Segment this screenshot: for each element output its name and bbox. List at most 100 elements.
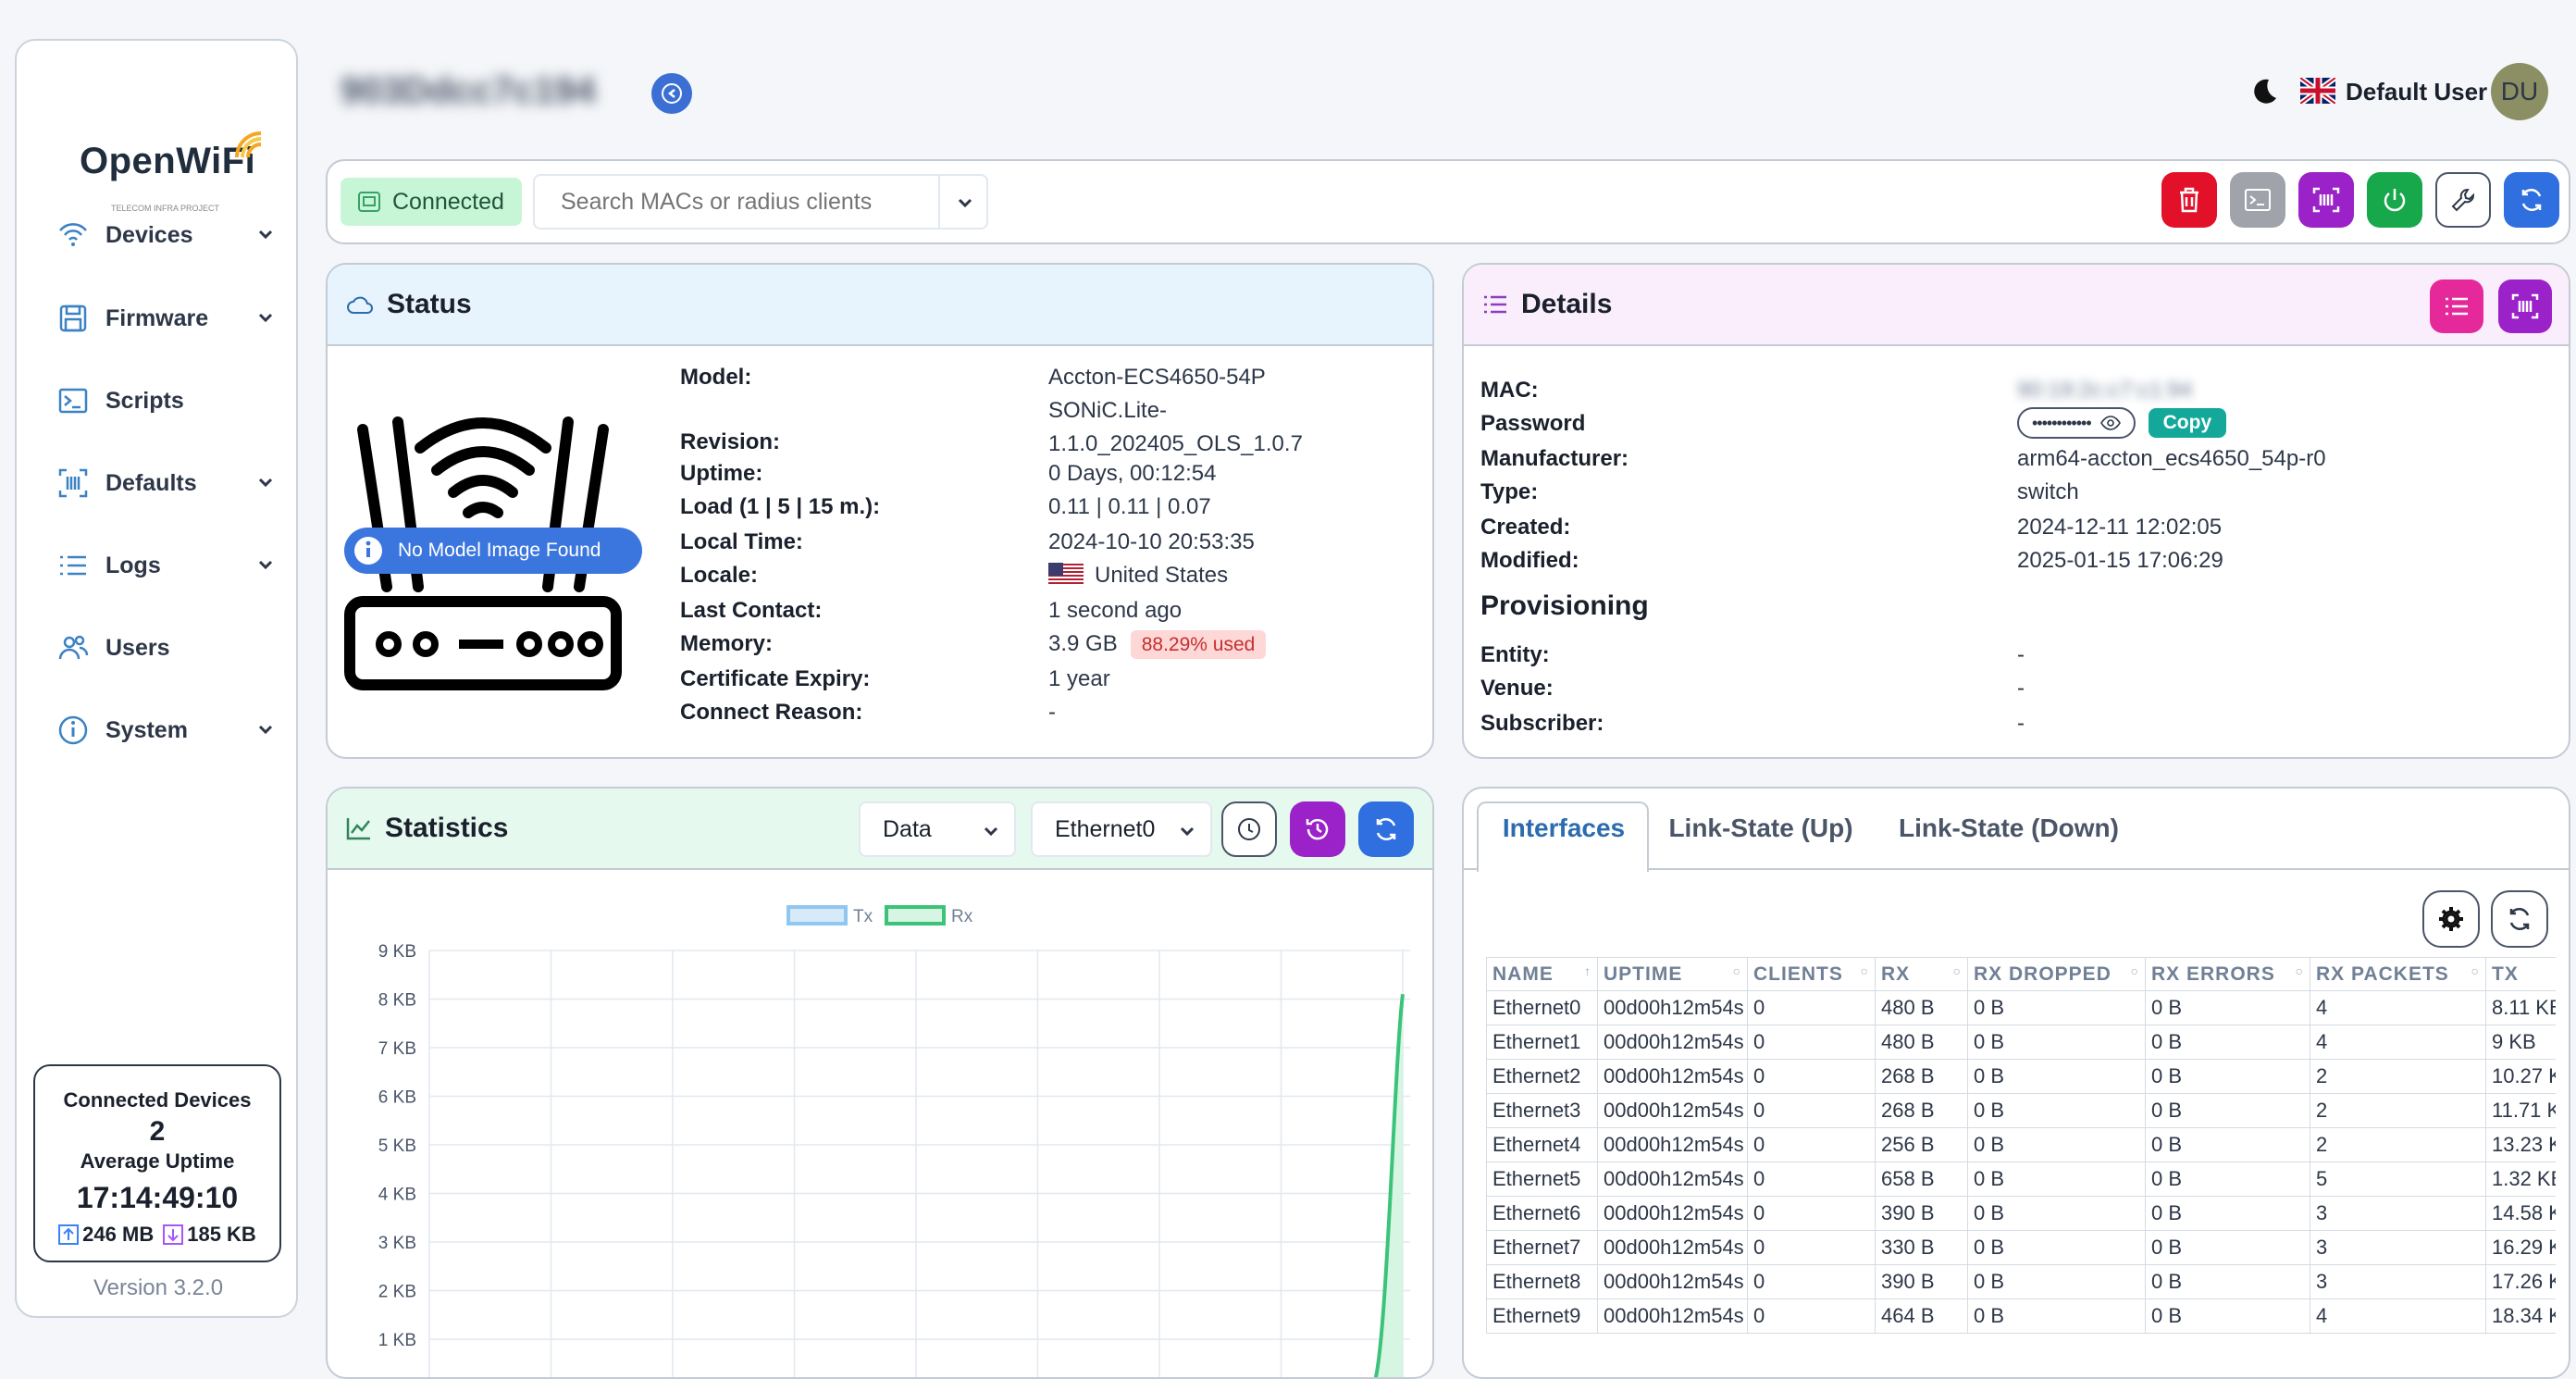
table-refresh-button[interactable] — [2491, 890, 2548, 948]
moon-icon[interactable] — [2248, 76, 2280, 107]
table-cell: 00d00h12m54s — [1597, 1025, 1748, 1060]
avatar[interactable]: DU — [2491, 63, 2548, 120]
copy-serial-button[interactable] — [651, 73, 692, 114]
tab-link-state-up[interactable]: Link-State (Up) — [1656, 794, 1865, 863]
table-cell: 14.58 KB — [2485, 1196, 2556, 1231]
status-label: Revision: — [680, 429, 781, 454]
table-cell: 5 — [2310, 1162, 2486, 1197]
column-header[interactable]: RX DROPPED ○ — [1967, 957, 2146, 991]
table-settings-button[interactable] — [2422, 890, 2480, 948]
column-header[interactable]: TX — [2485, 957, 2556, 991]
table-cell: 3 — [2310, 1264, 2486, 1299]
sidebar: OpenWiFi TELECOM INFRA PROJECT Devices Fi… — [15, 39, 298, 1318]
metric-select[interactable]: Data — [859, 801, 1016, 857]
column-header[interactable]: RX PACKETS ○ — [2310, 957, 2486, 991]
column-header[interactable]: UPTIME ○ — [1597, 957, 1748, 991]
table-row[interactable]: Ethernet9 00d00h12m54s 0 464 B0 B0 B 4 18.34 … — [1486, 1298, 2556, 1334]
details-list-button[interactable] — [2430, 280, 2483, 333]
status-label: Local Time: — [680, 529, 803, 554]
terminal-icon — [2245, 189, 2271, 211]
uk-flag-icon[interactable] — [2300, 78, 2335, 104]
sort-icon[interactable]: ○ — [2471, 963, 2480, 978]
refresh-icon — [2509, 907, 2530, 931]
table-cell: 0 B — [2145, 1127, 2310, 1162]
column-header[interactable]: CLIENTS ○ — [1747, 957, 1876, 991]
password-input[interactable]: •••••••••••• — [2017, 407, 2136, 439]
sort-icon[interactable]: ○ — [2296, 963, 2304, 978]
sort-asc-icon[interactable]: ↑ — [1584, 963, 1591, 978]
table-row[interactable]: Ethernet5 00d00h12m54s 0 658 B0 B0 B 5 1.32 K… — [1486, 1162, 2556, 1197]
table-cell: 17.26 KB — [2485, 1264, 2556, 1299]
tab-link-state-down[interactable]: Link-State (Down) — [1888, 794, 2130, 863]
column-header-label: CLIENTS — [1753, 963, 1843, 985]
status-label: Memory: — [680, 631, 774, 656]
table-cell: 0 — [1747, 1298, 1876, 1334]
table-row[interactable]: Ethernet7 00d00h12m54s 0 330 B0 B0 B 3 16.29 … — [1486, 1230, 2556, 1265]
details-value: switch — [2017, 479, 2079, 504]
user-name[interactable]: Default User — [2346, 78, 2487, 106]
copy-password-button[interactable]: Copy — [2148, 407, 2227, 438]
configure-button[interactable] — [2435, 172, 2491, 228]
history-button[interactable] — [1290, 801, 1345, 857]
status-value: 0 Days, 00:12:54 — [1048, 461, 1217, 486]
interface-select[interactable]: Ethernet0 — [1031, 801, 1212, 857]
table-cell: 390 B — [1875, 1196, 1968, 1231]
sidebar-item-scripts[interactable]: Scripts — [54, 373, 276, 429]
time-range-button[interactable] — [1221, 801, 1277, 857]
sidebar-item-devices[interactable]: Devices — [54, 207, 276, 263]
table-row[interactable]: Ethernet8 00d00h12m54s 0 390 B0 B0 B 3 17.26 … — [1486, 1264, 2556, 1299]
statistics-card-title: Statistics — [385, 813, 509, 843]
chevron-down-icon[interactable] — [955, 193, 975, 213]
mac-value: 90:19:2c:c7:c1:94 — [2017, 378, 2193, 403]
refresh-button[interactable] — [2504, 172, 2559, 228]
sort-icon[interactable]: ○ — [1861, 963, 1869, 978]
sidebar-item-logs[interactable]: Logs — [54, 538, 276, 593]
column-header[interactable]: RX ERRORS ○ — [2145, 957, 2310, 991]
tab-interfaces[interactable]: Interfaces — [1479, 794, 1649, 863]
legend-swatch — [885, 905, 946, 926]
chevron-down-icon — [984, 826, 998, 837]
sort-icon[interactable]: ○ — [2131, 963, 2139, 978]
chevron-down-icon — [258, 313, 273, 323]
tx-total: 246 MB — [82, 1223, 155, 1246]
scan-button[interactable] — [2298, 172, 2354, 228]
sidebar-item-defaults[interactable]: Defaults — [54, 455, 276, 511]
users-icon — [54, 628, 93, 667]
status-label: Certificate Expiry: — [680, 666, 871, 691]
table-cell: 0 B — [2145, 1093, 2310, 1128]
column-header[interactable]: RX ○ — [1875, 957, 1968, 991]
details-card: Details MAC: 90:19:2c:c7:c1:94 Password •••… — [1462, 263, 2570, 759]
y-tick-label: 4 KB — [378, 1186, 416, 1205]
connected-devices-value: 2 — [149, 1116, 166, 1147]
eye-icon[interactable] — [2099, 416, 2121, 430]
sort-icon[interactable]: ○ — [1733, 963, 1741, 978]
terminal-icon — [54, 381, 93, 420]
table-cell: 0 B — [2145, 1230, 2310, 1265]
delete-button[interactable] — [2161, 172, 2217, 228]
table-row[interactable]: Ethernet6 00d00h12m54s 0 390 B0 B0 B 3 14.58 … — [1486, 1196, 2556, 1231]
locale-value: United States — [1095, 563, 1229, 588]
column-header[interactable]: NAME ↑ — [1486, 957, 1598, 991]
sidebar-item-firmware[interactable]: Firmware — [54, 291, 276, 346]
sidebar-item-system[interactable]: System — [54, 702, 276, 758]
interfaces-table-wrap[interactable]: NAME ↑ UPTIME ○ CLIENTS ○ RX ○ RX DROPPED ○ RX ERR… — [1486, 957, 2556, 1335]
status-label: Model: — [680, 365, 752, 390]
table-row[interactable]: Ethernet4 00d00h12m54s 0 256 B0 B0 B 2 13.23 … — [1486, 1127, 2556, 1162]
table-row[interactable]: Ethernet0 00d00h12m54s 0 480 B0 B0 B 4 8.11 K… — [1486, 990, 2556, 1025]
search-input[interactable] — [561, 187, 922, 217]
openwifi-logo[interactable]: OpenWiFi TELECOM INFRA PROJECT — [63, 89, 266, 218]
details-scan-button[interactable] — [2498, 280, 2552, 333]
table-row[interactable]: Ethernet2 00d00h12m54s 0 268 B0 B0 B 2 10.27 … — [1486, 1059, 2556, 1094]
statistics-refresh-button[interactable] — [1358, 801, 1414, 857]
y-tick-label: 2 KB — [378, 1283, 416, 1302]
sort-icon[interactable]: ○ — [1953, 963, 1962, 978]
terminal-button[interactable] — [2230, 172, 2285, 228]
sidebar-item-users[interactable]: Users — [54, 620, 276, 676]
list-icon — [1484, 295, 1506, 314]
rx-total: 185 KB — [187, 1223, 256, 1246]
table-cell: 13.23 KB — [2485, 1127, 2556, 1162]
reboot-button[interactable] — [2367, 172, 2422, 228]
status-label: Connect Reason: — [680, 700, 863, 725]
table-row[interactable]: Ethernet3 00d00h12m54s 0 268 B0 B0 B 2 11.71 … — [1486, 1093, 2556, 1128]
table-row[interactable]: Ethernet1 00d00h12m54s 0 480 B0 B0 B49 KB — [1486, 1025, 2556, 1060]
